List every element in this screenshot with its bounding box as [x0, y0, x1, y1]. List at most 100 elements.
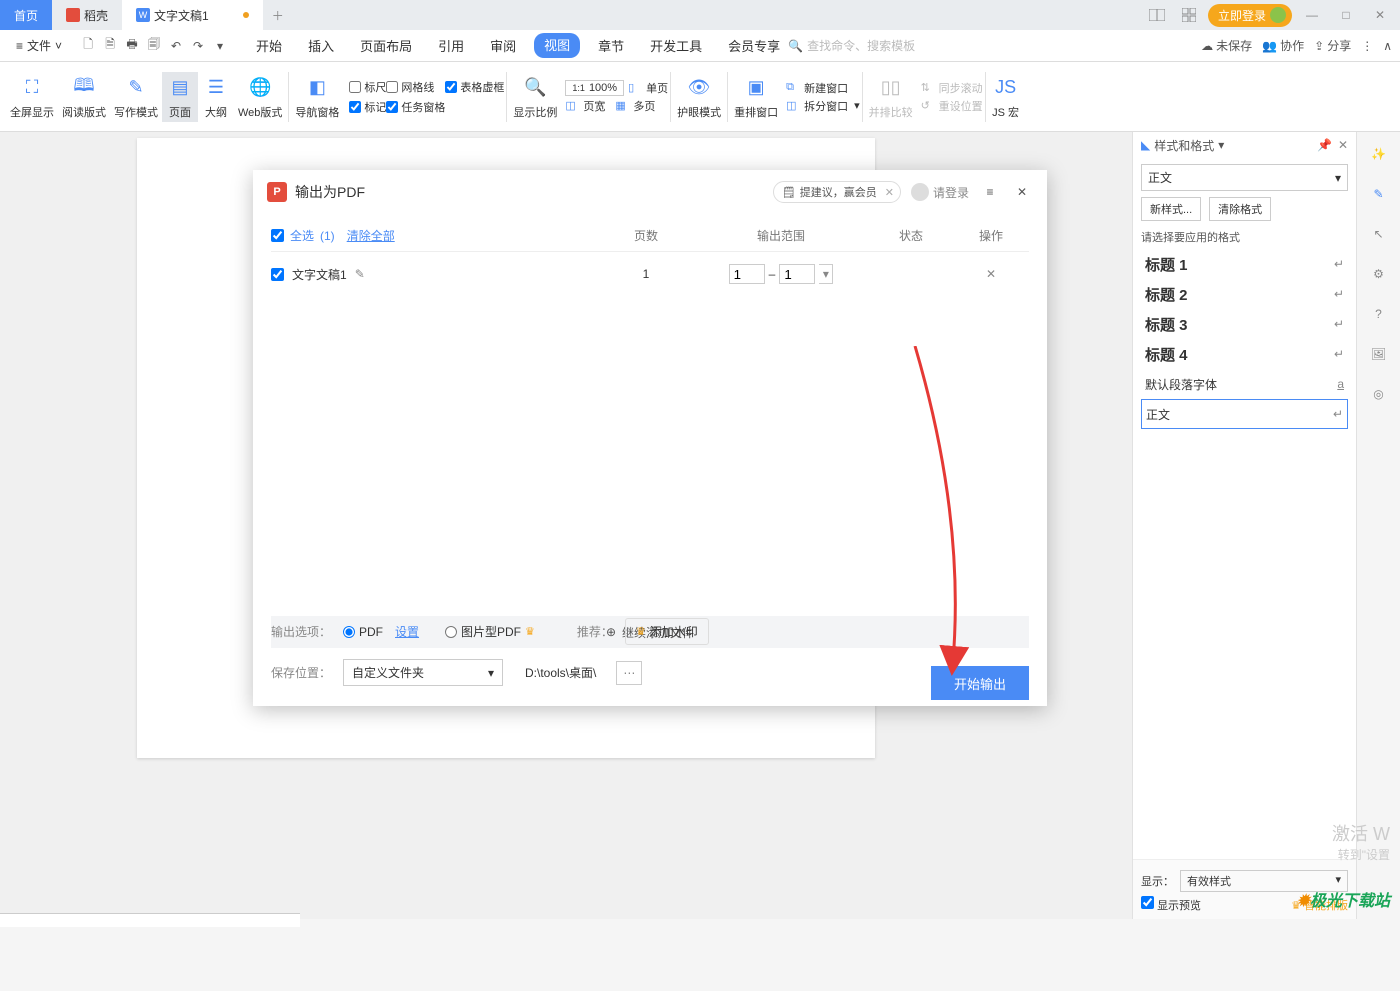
read-layout-button[interactable]: 🕮阅读版式 — [58, 72, 110, 122]
new-window-button[interactable]: ⧉新建窗口 — [786, 80, 860, 96]
new-style-button[interactable]: 新样式... — [1141, 197, 1201, 221]
rail-more-icon[interactable]: ◎ — [1367, 382, 1391, 406]
menu-view[interactable]: 视图 — [534, 33, 580, 58]
apps-icon[interactable] — [1176, 2, 1202, 28]
eye-care-button[interactable]: 👁护眼模式 — [673, 72, 725, 122]
style-body[interactable]: 正文↵ — [1141, 399, 1348, 429]
menu-review[interactable]: 审阅 — [482, 33, 524, 58]
qat-preview-icon[interactable]: 🗐 — [144, 36, 164, 56]
add-watermark-button[interactable]: ♛添加水印 — [625, 618, 709, 645]
qat-redo-icon[interactable]: ↷ — [188, 36, 208, 56]
web-layout-button[interactable]: 🌐Web版式 — [234, 72, 286, 122]
style-heading-2[interactable]: 标题 2↵ — [1141, 279, 1348, 309]
select-all-checkbox[interactable] — [271, 229, 284, 242]
remove-file-icon[interactable]: ✕ — [986, 267, 996, 281]
avatar-icon — [911, 183, 929, 201]
rail-ai-icon[interactable]: ✨ — [1367, 142, 1391, 166]
style-heading-3[interactable]: 标题 3↵ — [1141, 309, 1348, 339]
tab-docker[interactable]: 稻壳 — [52, 0, 122, 30]
file-checkbox[interactable] — [271, 268, 284, 281]
rail-settings-icon[interactable]: ⚙ — [1367, 262, 1391, 286]
triangle-icon: ◣ — [1141, 138, 1150, 152]
people-icon: 👥 — [1262, 39, 1277, 53]
pin-icon[interactable]: 📌 — [1317, 138, 1332, 152]
menu-section[interactable]: 章节 — [590, 33, 632, 58]
menu-start[interactable]: 开始 — [248, 33, 290, 58]
browse-path-button[interactable]: ⋯ — [616, 661, 642, 685]
fullscreen-button[interactable]: ⛶全屏显示 — [6, 72, 58, 122]
minimize-button[interactable]: — — [1298, 1, 1326, 29]
tab-home[interactable]: 首页 — [0, 0, 52, 30]
layout-icon[interactable] — [1144, 2, 1170, 28]
dialog-login[interactable]: 请登录 — [911, 183, 969, 201]
edit-icon[interactable]: ✎ — [355, 267, 365, 281]
settings-link[interactable]: 设置 — [395, 623, 419, 640]
dialog-menu-icon[interactable]: ≡ — [979, 181, 1001, 203]
taskpane-checkbox[interactable]: 任务窗格 — [386, 99, 445, 115]
file-menu[interactable]: ≡ 文件 ˅ — [8, 35, 70, 56]
file-pages: 1 — [591, 267, 701, 281]
range-spinner[interactable]: ▾ — [819, 264, 833, 284]
save-location-select[interactable]: 自定义文件夹▾ — [343, 659, 503, 686]
start-export-button[interactable]: 开始输出 — [931, 666, 1029, 700]
qat-save-icon[interactable]: 🗋 — [78, 36, 98, 56]
table-vframe-checkbox[interactable]: 表格虚框 — [445, 79, 504, 95]
command-search[interactable]: 🔍 查找命令、搜索模板 — [788, 37, 915, 54]
rail-gallery-icon[interactable]: 🖼 — [1367, 342, 1391, 366]
range-from-input[interactable] — [729, 264, 765, 284]
style-heading-1[interactable]: 标题 1↵ — [1141, 249, 1348, 279]
nav-pane-button[interactable]: ◧导航窗格 — [291, 72, 343, 122]
show-preview-checkbox[interactable]: 显示预览 — [1141, 896, 1201, 913]
goto-watermark: 转到"设置 — [1338, 846, 1390, 863]
split-window-button[interactable]: ◫拆分窗口▾ — [786, 98, 860, 114]
new-tab-button[interactable]: ＋ — [263, 0, 293, 30]
more-icon[interactable]: ⋮ — [1361, 39, 1373, 53]
menu-vip[interactable]: 会员专享 — [720, 33, 788, 58]
chevron-down-icon[interactable]: ▾ — [1218, 138, 1224, 152]
suggestion-pill[interactable]: 🗒 提建议，赢会员 ✕ — [773, 181, 901, 203]
maximize-button[interactable]: □ — [1332, 1, 1360, 29]
clear-all-link[interactable]: 清除全部 — [347, 227, 395, 244]
arrange-windows-button[interactable]: ▣重排窗口 — [730, 72, 782, 122]
rail-styles-icon[interactable]: ✎ — [1367, 182, 1391, 206]
write-mode-button[interactable]: ✎写作模式 — [110, 72, 162, 122]
file-row: 文字文稿1 ✎ 1 – ▾ ✕ — [271, 252, 1029, 296]
zoom-button[interactable]: 🔍显示比例 — [509, 72, 561, 122]
dialog-close-icon[interactable]: ✕ — [1011, 181, 1033, 203]
clear-format-button[interactable]: 清除格式 — [1209, 197, 1271, 221]
radio-pdf[interactable]: PDF — [343, 625, 383, 639]
close-panel-icon[interactable]: ✕ — [1338, 138, 1348, 152]
outline-button[interactable]: ☰大纲 — [198, 72, 234, 122]
menu-reference[interactable]: 引用 — [430, 33, 472, 58]
qat-open-icon[interactable]: 🗎 — [100, 36, 120, 56]
qat-undo-icon[interactable]: ↶ — [166, 36, 186, 56]
current-style-select[interactable]: 正文▾ — [1141, 164, 1348, 191]
range-to-input[interactable] — [779, 264, 815, 284]
cloud-icon: ☁ — [1201, 39, 1213, 53]
collapse-ribbon-icon[interactable]: ∧ — [1383, 39, 1392, 53]
radio-image-pdf[interactable]: 图片型PDF♛ — [445, 623, 535, 640]
close-suggestion-icon[interactable]: ✕ — [885, 186, 894, 199]
mark-checkbox[interactable]: 标记 — [349, 99, 386, 115]
menu-devtools[interactable]: 开发工具 — [642, 33, 710, 58]
style-default-font[interactable]: 默认段落字体a — [1141, 369, 1348, 399]
menu-layout[interactable]: 页面布局 — [352, 33, 420, 58]
login-button[interactable]: 立即登录 — [1208, 4, 1292, 27]
style-heading-4[interactable]: 标题 4↵ — [1141, 339, 1348, 369]
qat-dropdown-icon[interactable]: ▾ — [210, 36, 230, 56]
share-button[interactable]: ⇪分享 — [1314, 37, 1351, 54]
js-macro-button[interactable]: JSJS 宏 — [988, 72, 1024, 122]
qat-print-icon[interactable]: 🖶 — [122, 36, 142, 56]
close-button[interactable]: ✕ — [1366, 1, 1394, 29]
ruler-checkbox[interactable]: 标尺 — [349, 79, 386, 95]
compare-button[interactable]: ▯▯并排比较 — [865, 72, 917, 122]
menu-insert[interactable]: 插入 — [300, 33, 342, 58]
rail-select-icon[interactable]: ↖ — [1367, 222, 1391, 246]
gridlines-checkbox[interactable]: 网格线 — [386, 79, 445, 95]
collab-button[interactable]: 👥协作 — [1262, 37, 1304, 54]
unsaved-indicator[interactable]: ☁未保存 — [1201, 37, 1252, 54]
zoom-value[interactable]: 1:1100% — [565, 80, 624, 96]
rail-help-icon[interactable]: ? — [1367, 302, 1391, 326]
page-layout-button[interactable]: ▤页面 — [162, 72, 198, 122]
tab-document[interactable]: W 文字文稿1 — [122, 0, 263, 30]
